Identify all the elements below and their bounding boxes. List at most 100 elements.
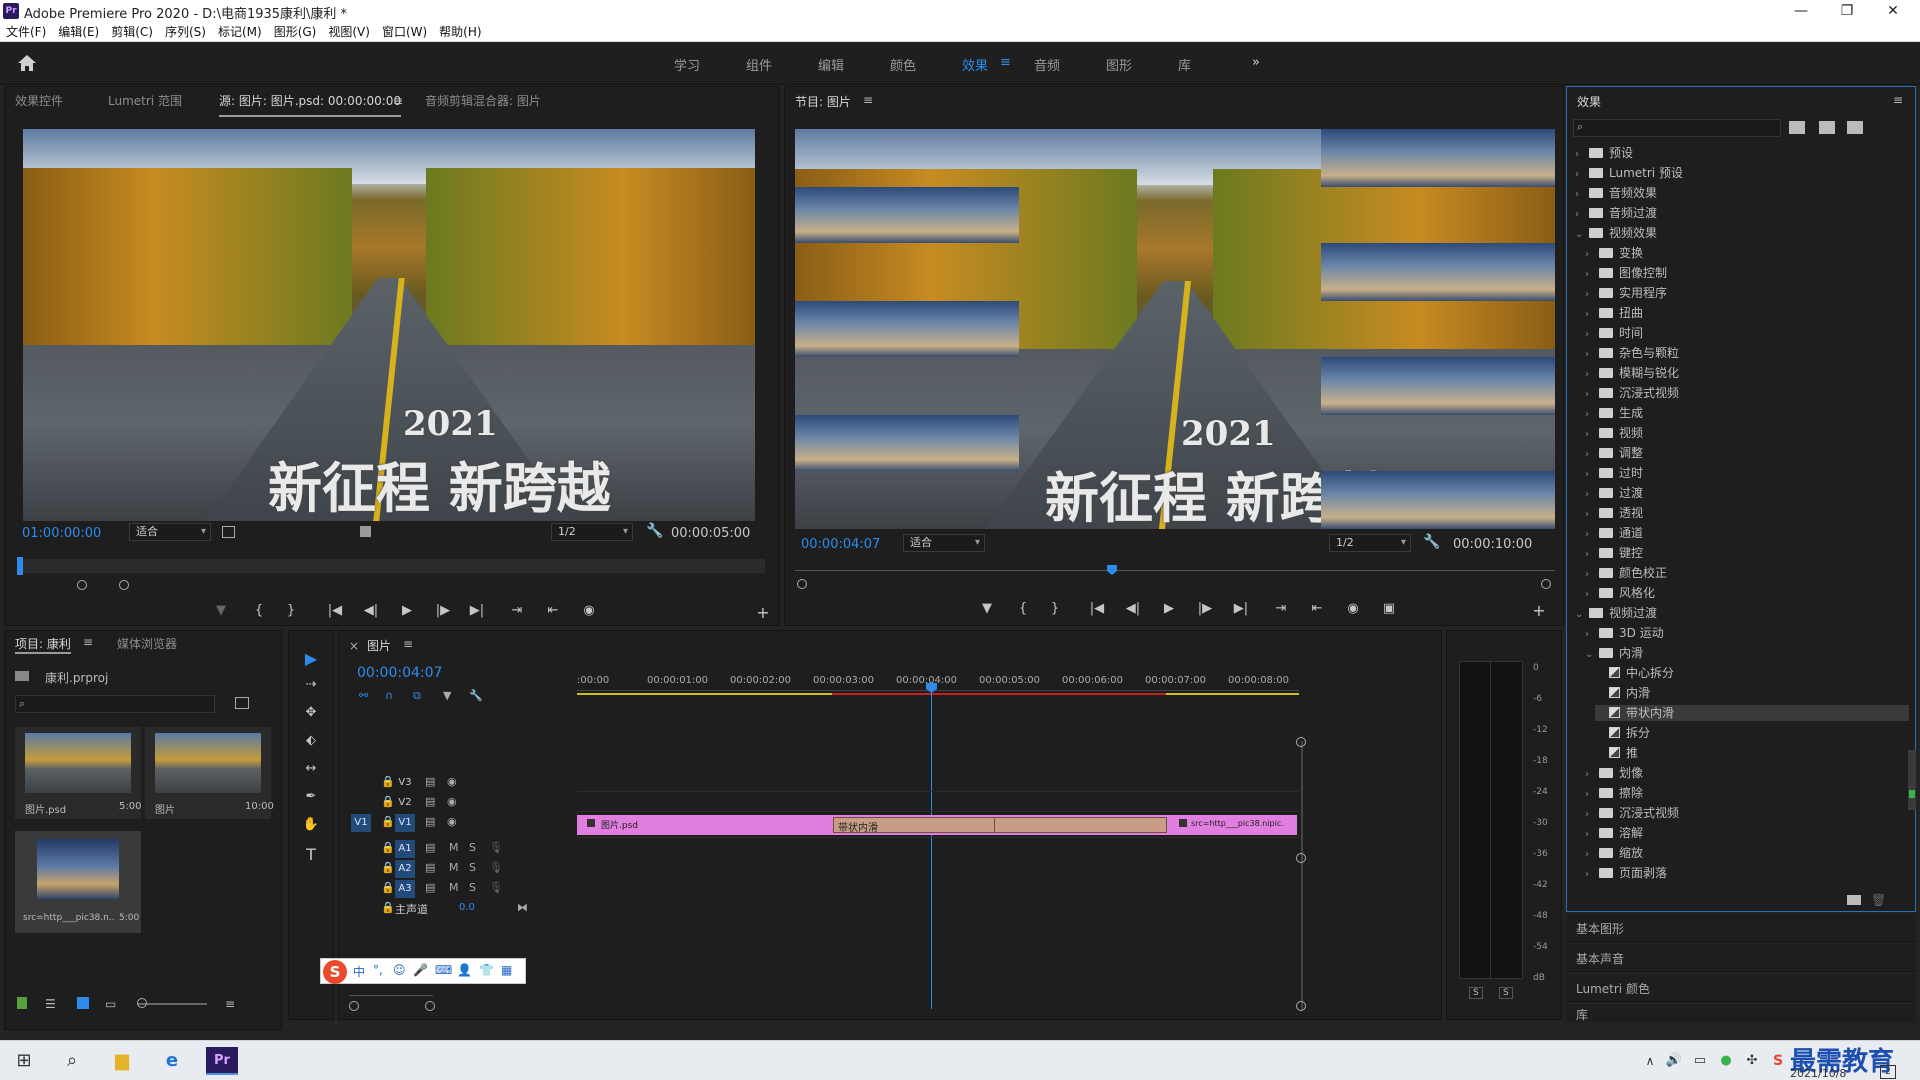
maximize-button[interactable]: ❐ [1824,0,1870,22]
track-name[interactable]: V2 [395,794,415,812]
list-view-icon[interactable]: ☰ [45,997,56,1011]
solo-button[interactable]: S [469,861,476,874]
accelerated-effects-icon[interactable] [1789,121,1805,134]
menu-view[interactable]: 视图(V) [322,22,376,42]
menu-help[interactable]: 帮助(H) [433,22,487,42]
lumetri-color-section[interactable]: Lumetri 颜色 [1566,974,1916,1002]
effect-item[interactable]: 中心拆分 [1595,665,1909,681]
menu-graphics[interactable]: 图形(G) [268,22,323,42]
track-select-tool-icon[interactable]: ⇢ [301,677,321,692]
effect-folder[interactable]: › 缩放 [1585,845,1909,861]
chevron-down-icon[interactable]: ⌄ [1575,227,1589,243]
menu-sequence[interactable]: 序列(S) [159,22,212,42]
sort-icon[interactable]: ≡ [225,997,235,1011]
chevron-right-icon[interactable]: › [1585,807,1599,823]
track-lock-icon[interactable]: 🔒 [381,881,395,894]
type-tool-icon[interactable]: T [301,845,321,864]
toggle-sync-lock-icon[interactable]: ▤ [425,775,435,788]
delete-item-icon[interactable]: 🗑 [1871,893,1886,907]
hscroll-handle[interactable] [425,1001,435,1011]
razor-tool-icon[interactable]: ⬖ [301,733,321,748]
program-go-to-out-button[interactable]: ▶| [1231,601,1251,616]
source-insert-button[interactable]: ⇥ [507,603,527,618]
ripple-edit-tool-icon[interactable]: ✥ [301,705,321,720]
chevron-right-icon[interactable]: › [1585,627,1599,643]
program-add-marker-button[interactable]: ▼ [977,601,997,616]
effect-folder[interactable]: › 图像控制 [1585,265,1909,281]
chevron-right-icon[interactable]: › [1585,867,1599,883]
track-lock-icon[interactable]: 🔒 [381,775,395,788]
project-item[interactable]: 图片.psd 5:00 [15,727,141,819]
chevron-right-icon[interactable]: › [1585,347,1599,363]
ime-skin-icon[interactable]: 👕 [479,963,494,977]
home-icon[interactable] [16,53,38,73]
effect-folder[interactable]: › 擦除 [1585,785,1909,801]
toggle-output-eye-icon[interactable]: ◉ [447,775,457,788]
ime-emoji-icon[interactable]: ☺ [393,963,406,977]
program-timecode[interactable]: 00:00:04:07 [801,537,880,552]
effect-folder[interactable]: › 实用程序 [1585,285,1909,301]
chevron-right-icon[interactable]: › [1585,487,1599,503]
timeline-timecode[interactable]: 00:00:04:07 [357,665,442,681]
effect-folder[interactable]: › 过渡 [1585,485,1909,501]
effect-folder[interactable]: › 视频 [1585,425,1909,441]
minimize-button[interactable]: — [1778,0,1824,22]
chevron-right-icon[interactable]: › [1585,367,1599,383]
program-fit-dropdown[interactable]: 适合 [903,534,985,552]
effect-folder[interactable]: › 音频效果 [1575,185,1909,201]
toggle-sync-lock-icon[interactable]: ▤ [425,861,435,874]
effect-folder[interactable]: › 预设 [1575,145,1909,161]
mute-button[interactable]: M [449,861,459,874]
effect-folder[interactable]: › 溶解 [1585,825,1909,841]
effect-folder[interactable]: › 颜色校正 [1585,565,1909,581]
mute-button[interactable]: M [449,881,459,894]
edge-browser-icon[interactable]: e [158,1047,186,1075]
source-go-to-out-button[interactable]: ▶| [467,603,487,618]
chevron-right-icon[interactable]: › [1575,187,1589,203]
program-add-button[interactable]: + [1529,601,1549,620]
source-settings-icon[interactable] [360,526,371,537]
source-overwrite-button[interactable]: ⇤ [543,603,563,618]
toggle-output-eye-icon[interactable]: ◉ [447,815,457,828]
program-lift-button[interactable]: ⇥ [1271,601,1291,616]
effect-folder[interactable]: › 模糊与锐化 [1585,365,1909,381]
linked-selection-icon[interactable]: ⧉ [413,689,421,703]
track-lock-icon[interactable]: 🔒 [381,901,395,914]
ime-punctuation[interactable]: °, [373,963,383,977]
voiceover-mic-icon[interactable]: 🎙 [489,861,503,874]
tab-media-browser[interactable]: 媒体浏览器 [117,635,177,652]
add-marker-icon[interactable]: ▼ [443,689,451,702]
chevron-right-icon[interactable]: › [1585,787,1599,803]
source-mark-in-button[interactable]: { [249,603,269,618]
tab-effect-controls[interactable]: 效果控件 [15,87,63,115]
libraries-section[interactable]: 库 [1566,1004,1916,1022]
program-export-frame-button[interactable]: ◉ [1343,601,1363,616]
program-wrench-icon[interactable]: 🔧 [1423,534,1440,550]
menu-markers[interactable]: 标记(M) [212,22,268,42]
program-step-forward-button[interactable]: |▶ [1195,601,1215,616]
effect-folder[interactable]: › 通道 [1585,525,1909,541]
menu-edit[interactable]: 编辑(E) [52,22,105,42]
chevron-right-icon[interactable]: › [1585,547,1599,563]
track-name[interactable]: V3 [395,774,415,792]
chevron-right-icon[interactable]: › [1585,247,1599,263]
security-tray-icon[interactable]: ● [1712,1047,1740,1075]
volume-icon[interactable]: 🔊 [1660,1047,1688,1075]
sogou-tray-icon[interactable]: S [1764,1047,1792,1075]
source-play-button[interactable]: ▶ [397,603,417,618]
toggle-sync-lock-icon[interactable]: ▤ [425,815,435,828]
essential-graphics-section[interactable]: 基本图形 [1566,914,1916,942]
track-lock-icon[interactable]: 🔒 [381,815,395,828]
yuv-effects-icon[interactable] [1847,121,1863,134]
chevron-right-icon[interactable]: › [1585,327,1599,343]
workspace-effects-menu-icon[interactable]: ≡ [994,53,1017,72]
ime-keyboard-icon[interactable]: ⌨ [435,963,452,977]
meter-solo-right-button[interactable]: S [1499,987,1513,999]
effect-folder[interactable]: › 变换 [1585,245,1909,261]
vscroll-handle[interactable] [1296,737,1306,747]
source-zoom-handle-left[interactable] [77,580,87,590]
workspace-graphics[interactable]: 图形 [1100,53,1138,76]
chevron-right-icon[interactable]: › [1585,387,1599,403]
source-timecode-in[interactable]: 01:00:00:00 [22,526,101,541]
notification-icon[interactable]: 2 [1880,1065,1896,1079]
